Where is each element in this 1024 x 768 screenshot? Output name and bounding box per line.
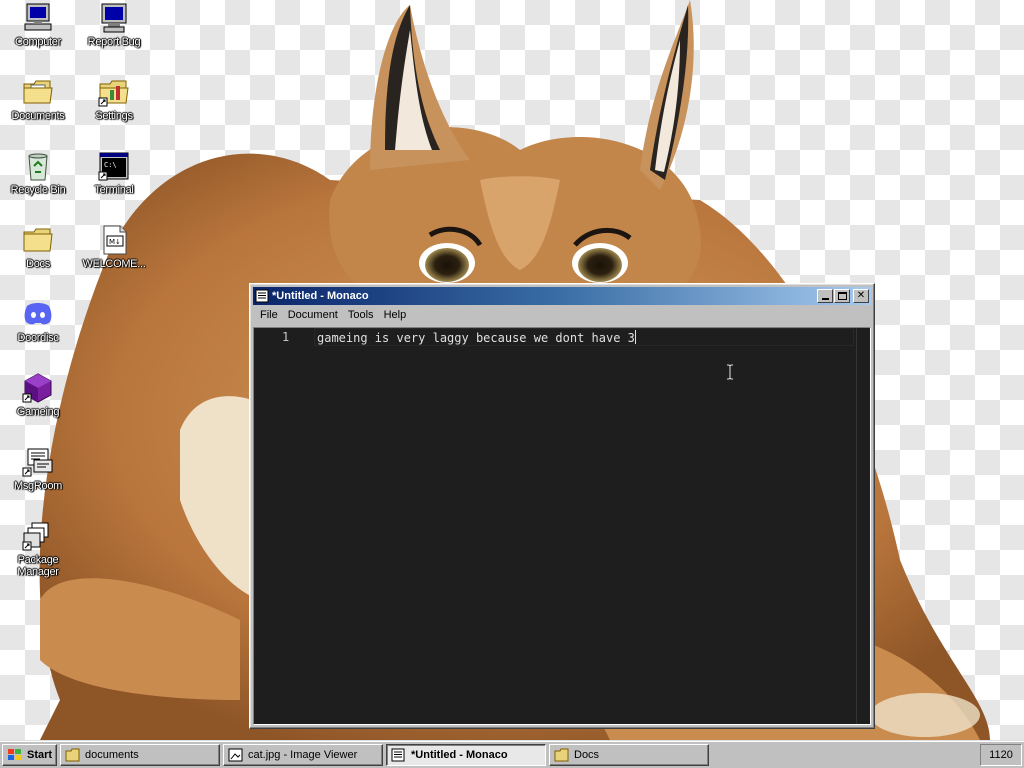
menu-help[interactable]: Help	[379, 309, 412, 321]
cube-icon	[22, 373, 52, 403]
taskbar-item-label: documents	[85, 748, 139, 761]
settings-folder-icon	[98, 80, 129, 107]
taskbar-item-label: *Untitled - Monaco	[411, 748, 508, 761]
taskbar-item-docs[interactable]: Docs	[549, 743, 709, 766]
desktop-icon-documents[interactable]: Documents	[0, 76, 76, 122]
desktop-icon-label: Gameing	[16, 406, 60, 418]
desktop-icon-computer[interactable]: Computer	[0, 2, 76, 48]
taskbar-item-image-viewer[interactable]: cat.jpg - Image Viewer	[223, 743, 383, 766]
folder-icon	[23, 228, 53, 252]
desktop-icon-report-bug[interactable]: Report Bug	[76, 2, 152, 48]
close-icon: ✕	[856, 290, 866, 301]
folder-icon	[554, 748, 569, 761]
line-number: 1	[282, 330, 290, 344]
desktop-icon-docs[interactable]: Docs	[0, 224, 76, 270]
code-editor[interactable]: 1 gameing is very laggy because we dont …	[253, 327, 871, 725]
computer-icon	[24, 3, 52, 31]
desktop-icon-package-manager[interactable]: Package Manager	[0, 520, 76, 578]
menu-bar: File Document Tools Help	[253, 305, 871, 325]
close-button[interactable]: ✕	[853, 289, 869, 303]
desktop-icon-label: Report Bug	[87, 36, 141, 48]
monitor-bug-icon	[101, 3, 127, 33]
editor-text-line[interactable]: gameing is very laggy because we dont ha…	[317, 330, 636, 345]
maximize-icon	[837, 292, 847, 300]
desktop-icon-label: WELCOME...	[82, 258, 146, 270]
desktop-icon-gameing[interactable]: Gameing	[0, 372, 76, 418]
taskbar-item-documents[interactable]: documents	[60, 743, 220, 766]
markdown-file-icon: M↓	[103, 225, 127, 255]
taskbar-item-label: Docs	[574, 748, 600, 761]
desktop-icon-label: Computer	[15, 36, 61, 48]
desktop-icon-label: Docs	[26, 258, 50, 270]
maximize-button[interactable]	[834, 289, 850, 303]
notepad-icon	[391, 748, 405, 761]
desktop-icon-label: MsgRoom	[13, 480, 63, 492]
menu-tools[interactable]: Tools	[343, 309, 379, 321]
start-label: Start	[27, 748, 53, 761]
desktop-icon-label: Settings	[95, 110, 133, 122]
desktop-icon-label: Terminal	[94, 184, 134, 196]
editor-window[interactable]: *Untitled - Monaco ✕ File Document Tools…	[249, 283, 875, 729]
editor-text: gameing is very laggy because we dont ha…	[317, 331, 635, 345]
recycle-bin-icon	[28, 153, 48, 181]
taskbar-item-label: cat.jpg - Image Viewer	[248, 748, 358, 761]
taskbar-item-monaco[interactable]: *Untitled - Monaco	[386, 743, 546, 766]
desktop-icon-terminal[interactable]: C:\ Terminal	[76, 150, 152, 196]
menu-file[interactable]: File	[255, 309, 283, 321]
start-logo-icon	[8, 748, 21, 760]
desktop-icon-label: Recycle Bin	[10, 184, 66, 196]
desktop-icon-msgroom[interactable]: MsgRoom	[0, 446, 76, 492]
desktop-icon-settings[interactable]: Settings	[76, 76, 152, 122]
desktop-icon-label: Package Manager	[17, 554, 59, 578]
taskbar: Start documents cat.jpg - Image Viewer *…	[0, 740, 1024, 768]
svg-text:M↓: M↓	[109, 238, 121, 246]
vertical-scrollbar[interactable]	[856, 328, 870, 724]
menu-document[interactable]: Document	[283, 309, 343, 321]
desktop-icon-doordisc[interactable]: Doordisc	[0, 298, 76, 344]
msgroom-icon	[22, 448, 53, 477]
image-viewer-icon	[228, 748, 243, 761]
start-button[interactable]: Start	[2, 743, 57, 766]
terminal-icon: C:\	[98, 152, 129, 181]
clock: 1120	[989, 748, 1013, 761]
svg-text:C:\: C:\	[104, 161, 117, 169]
desktop-icon-recycle-bin[interactable]: Recycle Bin	[0, 150, 76, 196]
text-caret	[634, 330, 636, 344]
window-titlebar[interactable]: *Untitled - Monaco ✕	[253, 287, 871, 305]
desktop-icon-label: Documents	[11, 110, 65, 122]
package-icon	[22, 522, 49, 551]
system-tray-clock[interactable]: 1120	[980, 743, 1022, 766]
minimize-button[interactable]	[817, 289, 833, 303]
minimize-icon	[821, 298, 829, 300]
folder-icon	[65, 748, 80, 761]
folder-documents-icon	[23, 80, 53, 104]
notepad-icon	[255, 289, 269, 303]
discord-icon	[24, 303, 52, 325]
desktop-icon-label: Doordisc	[17, 332, 59, 344]
ibeam-cursor-icon	[727, 364, 733, 380]
desktop-icon-welcome[interactable]: M↓ WELCOME...	[76, 224, 152, 270]
window-title: *Untitled - Monaco	[272, 290, 369, 302]
